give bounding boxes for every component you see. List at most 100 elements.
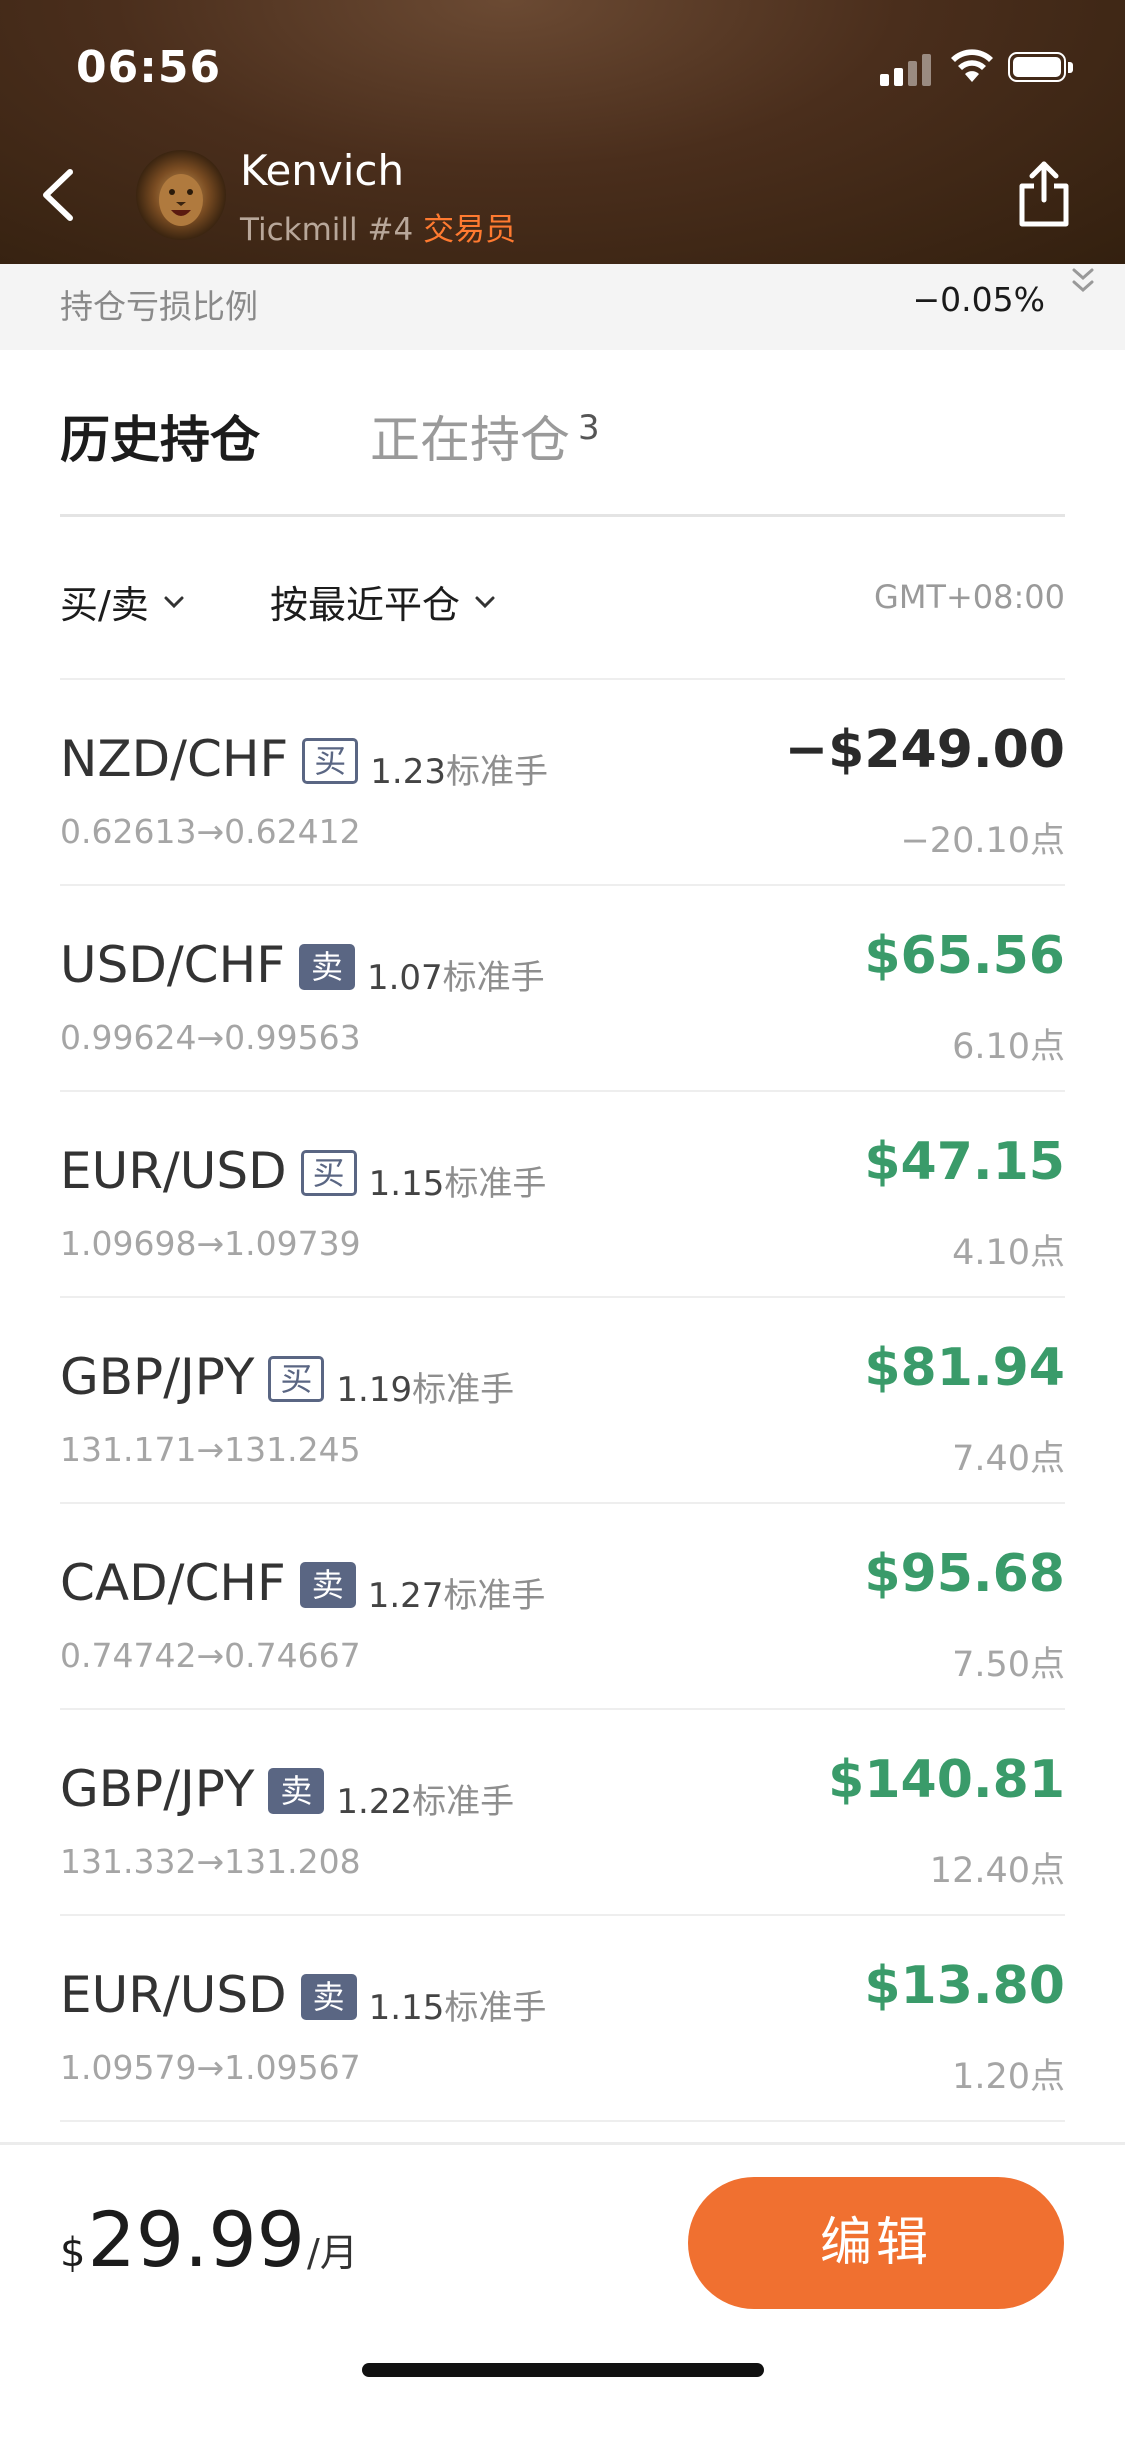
loss-ratio-summary: 持仓亏损比例 −0.05% bbox=[0, 264, 1125, 350]
arrow-right-icon: → bbox=[196, 1430, 225, 1469]
price-range: 0.74742→0.74667 bbox=[60, 1636, 361, 1675]
points-change: 1.20点 bbox=[952, 2057, 1065, 2097]
price-range: 0.99624→0.99563 bbox=[60, 1018, 361, 1057]
side-badge: 买 bbox=[300, 1150, 357, 1196]
trader-rank: #4 bbox=[367, 212, 414, 248]
profit-loss: $81.94 bbox=[864, 1338, 1065, 1398]
lot-size: 1.15标准手 bbox=[369, 1156, 547, 1205]
lot-value: 1.19 bbox=[336, 1370, 413, 1410]
currency-pair: EUR/USD bbox=[60, 1966, 287, 2024]
lot-value: 1.27 bbox=[367, 1576, 444, 1616]
arrow-right-icon: → bbox=[196, 812, 225, 851]
open-price: 0.62613 bbox=[60, 812, 197, 851]
open-price: 1.09698 bbox=[60, 1224, 197, 1263]
price-range: 1.09698→1.09739 bbox=[60, 1224, 361, 1263]
cellular-signal-icon bbox=[880, 52, 934, 86]
lot-unit: 标准手 bbox=[412, 1370, 515, 1410]
side-badge: 买 bbox=[268, 1356, 325, 1402]
points-change: −20.10点 bbox=[900, 821, 1065, 861]
wifi-icon bbox=[951, 49, 993, 82]
user-name: Kenvich bbox=[240, 146, 405, 195]
close-price: 131.245 bbox=[224, 1430, 361, 1469]
price-period: /月 bbox=[307, 2231, 358, 2275]
price-range: 0.62613→0.62412 bbox=[60, 812, 361, 851]
subscription-bar: $ 29.99 /月 编辑 bbox=[0, 2142, 1125, 2439]
profit-loss: $47.15 bbox=[864, 1132, 1065, 1192]
position-row[interactable]: NZD/CHF 买 1.23标准手 0.62613→0.62412 −$249.00 −2… bbox=[60, 680, 1065, 886]
lot-value: 1.15 bbox=[368, 1164, 445, 1204]
profit-loss: $140.81 bbox=[828, 1750, 1065, 1810]
sort-filter-dropdown[interactable]: 按最近平仓 bbox=[270, 574, 496, 629]
side-badge: 卖 bbox=[268, 1768, 325, 1814]
arrow-right-icon: → bbox=[196, 1842, 225, 1881]
lot-unit: 标准手 bbox=[444, 1988, 547, 2028]
price-range: 131.332→131.208 bbox=[60, 1842, 361, 1881]
profit-loss: $65.56 bbox=[864, 926, 1065, 986]
double-chevron-down-icon[interactable] bbox=[1068, 266, 1098, 302]
broker-name: Tickmill bbox=[240, 212, 358, 248]
arrow-right-icon: → bbox=[196, 1636, 225, 1675]
position-list: NZD/CHF 买 1.23标准手 0.62613→0.62412 −$249.00 −2… bbox=[0, 680, 1125, 2122]
position-row[interactable]: EUR/USD 卖 1.15标准手 1.09579→1.09567 $13.80 1.20… bbox=[60, 1916, 1065, 2122]
side-filter-dropdown[interactable]: 买/卖 bbox=[60, 574, 185, 629]
position-row[interactable]: GBP/JPY 买 1.19标准手 131.171→131.245 $81.94 7.40… bbox=[60, 1298, 1065, 1504]
back-button[interactable] bbox=[34, 160, 84, 230]
tab-divider bbox=[60, 514, 1065, 517]
close-price: 0.74667 bbox=[224, 1636, 361, 1675]
lot-size: 1.27标准手 bbox=[368, 1568, 546, 1617]
lot-unit: 标准手 bbox=[442, 958, 545, 998]
position-row[interactable]: USD/CHF 卖 1.07标准手 0.99624→0.99563 $65.56 6.10… bbox=[60, 886, 1065, 1092]
status-time: 06:56 bbox=[76, 42, 222, 93]
trader-role: 交易员 bbox=[423, 212, 517, 248]
profit-loss: $13.80 bbox=[864, 1956, 1065, 2016]
close-price: 1.09567 bbox=[224, 2048, 361, 2087]
close-price: 0.62412 bbox=[224, 812, 361, 851]
loss-ratio-value: −0.05% bbox=[912, 280, 1045, 319]
currency-pair: GBP/JPY bbox=[60, 1760, 255, 1818]
open-positions-count: 3 bbox=[578, 408, 600, 449]
side-badge: 卖 bbox=[300, 1974, 357, 2020]
open-price: 0.74742 bbox=[60, 1636, 197, 1675]
avatar[interactable] bbox=[136, 150, 226, 240]
lot-unit: 标准手 bbox=[443, 1576, 546, 1616]
edit-button[interactable]: 编辑 bbox=[688, 2177, 1064, 2309]
currency-pair: EUR/USD bbox=[60, 1142, 287, 1200]
price-range: 1.09579→1.09567 bbox=[60, 2048, 361, 2087]
share-button[interactable] bbox=[1016, 158, 1072, 230]
lot-size: 1.15标准手 bbox=[369, 1980, 547, 2029]
position-row[interactable]: GBP/JPY 卖 1.22标准手 131.332→131.208 $140.81 12.… bbox=[60, 1710, 1065, 1916]
lot-value: 1.22 bbox=[336, 1782, 413, 1822]
profit-loss: −$249.00 bbox=[784, 720, 1065, 780]
lot-unit: 标准手 bbox=[445, 752, 548, 792]
lot-size: 1.22标准手 bbox=[336, 1774, 514, 1823]
lot-unit: 标准手 bbox=[444, 1164, 547, 1204]
currency-pair: GBP/JPY bbox=[60, 1348, 255, 1406]
open-price: 1.09579 bbox=[60, 2048, 197, 2087]
user-subtitle: Tickmill #4 交易员 bbox=[240, 204, 516, 249]
arrow-right-icon: → bbox=[196, 2048, 225, 2087]
close-price: 131.208 bbox=[224, 1842, 361, 1881]
price-currency: $ bbox=[60, 2230, 86, 2276]
tab-open-positions[interactable]: 正在持仓 3 bbox=[370, 400, 600, 472]
position-row[interactable]: EUR/USD 买 1.15标准手 1.09698→1.09739 $47.15 4.10… bbox=[60, 1092, 1065, 1298]
points-change: 7.40点 bbox=[952, 1439, 1065, 1479]
open-price: 0.99624 bbox=[60, 1018, 197, 1057]
arrow-right-icon: → bbox=[196, 1224, 225, 1263]
close-price: 1.09739 bbox=[224, 1224, 361, 1263]
points-change: 4.10点 bbox=[952, 1233, 1065, 1273]
chevron-down-icon bbox=[164, 596, 184, 608]
lot-unit: 标准手 bbox=[412, 1782, 515, 1822]
side-badge: 买 bbox=[302, 738, 359, 784]
price-amount: 29.99 bbox=[87, 2195, 306, 2284]
tab-label: 历史持仓 bbox=[60, 411, 260, 469]
lot-size: 1.07标准手 bbox=[367, 950, 545, 999]
side-filter-label: 买/卖 bbox=[60, 583, 149, 627]
lot-value: 1.07 bbox=[366, 958, 443, 998]
open-price: 131.171 bbox=[60, 1430, 197, 1469]
position-row[interactable]: CAD/CHF 卖 1.27标准手 0.74742→0.74667 $95.68 7.50… bbox=[60, 1504, 1065, 1710]
lot-value: 1.15 bbox=[368, 1988, 445, 2028]
side-badge: 卖 bbox=[298, 944, 355, 990]
close-price: 0.99563 bbox=[224, 1018, 361, 1057]
loss-ratio-label: 持仓亏损比例 bbox=[60, 287, 258, 326]
tab-history-positions[interactable]: 历史持仓 bbox=[60, 400, 260, 472]
